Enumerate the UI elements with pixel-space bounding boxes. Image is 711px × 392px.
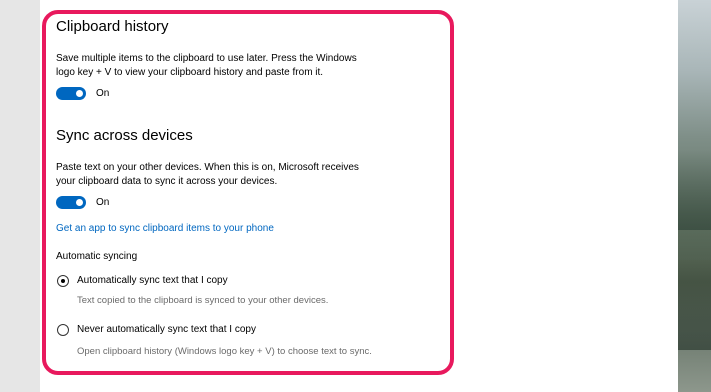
never-sync-option-help: Open clipboard history (Windows logo key… xyxy=(77,346,372,357)
clipboard-history-description: Save multiple items to the clipboard to … xyxy=(56,53,357,78)
left-gutter xyxy=(0,0,40,392)
get-app-link[interactable]: Get an app to sync clipboard items to yo… xyxy=(56,223,274,234)
sync-heading: Sync across devices xyxy=(56,127,193,144)
never-sync-option-label[interactable]: Never automatically sync text that I cop… xyxy=(77,324,256,335)
automatic-syncing-label: Automatic syncing xyxy=(56,251,138,262)
settings-window: Clipboard history Save multiple items to… xyxy=(0,0,711,392)
toggle-knob xyxy=(76,90,83,97)
clipboard-history-toggle[interactable] xyxy=(56,87,86,100)
never-sync-radio[interactable] xyxy=(57,324,69,336)
auto-sync-option-label[interactable]: Automatically sync text that I copy xyxy=(77,275,228,286)
auto-sync-option-help: Text copied to the clipboard is synced t… xyxy=(77,295,329,306)
radio-selected-dot xyxy=(60,278,65,283)
desktop-background xyxy=(678,0,711,392)
sync-toggle[interactable] xyxy=(56,196,86,209)
clipboard-history-heading: Clipboard history xyxy=(56,18,169,35)
toggle-knob xyxy=(76,199,83,206)
clipboard-history-toggle-label: On xyxy=(96,88,110,99)
sync-description: Paste text on your other devices. When t… xyxy=(56,162,359,187)
background-ridge xyxy=(678,260,711,350)
sync-toggle-label: On xyxy=(96,197,110,208)
auto-sync-radio[interactable] xyxy=(57,275,69,287)
background-ridge xyxy=(678,150,711,230)
